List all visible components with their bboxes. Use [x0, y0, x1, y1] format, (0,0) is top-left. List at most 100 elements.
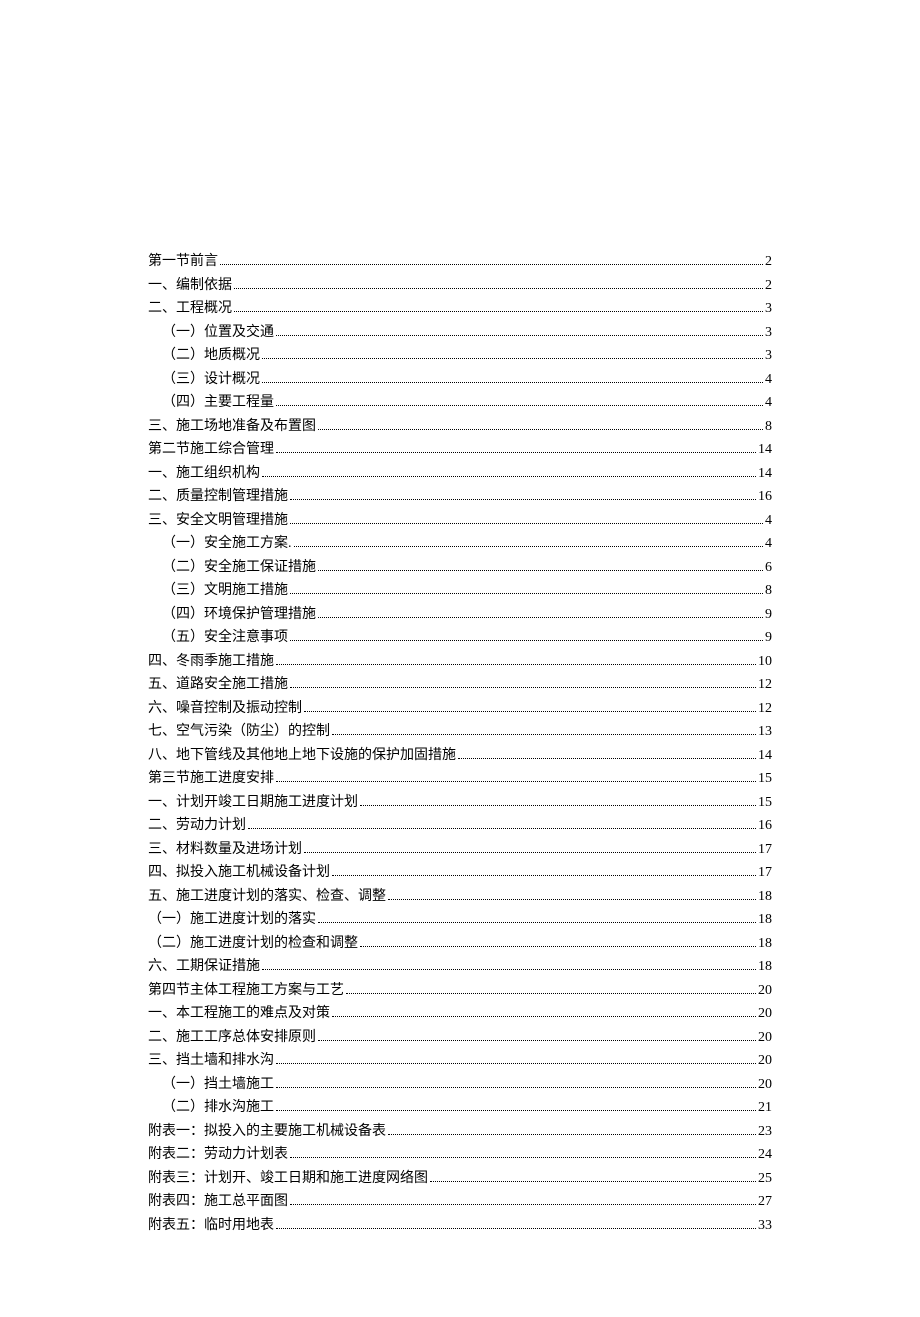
toc-entry[interactable]: 六、工期保证措施18: [148, 955, 772, 979]
toc-entry[interactable]: 二、质量控制管理措施16: [148, 485, 772, 509]
toc-entry[interactable]: 附表一：拟投入的主要施工机械设备表23: [148, 1120, 772, 1144]
toc-leader-dots: [248, 828, 756, 829]
toc-entry[interactable]: 附表五：临时用地表33: [148, 1214, 772, 1238]
toc-entry[interactable]: 附表四：施工总平面图27: [148, 1190, 772, 1214]
toc-entry-label: 第四节主体工程施工方案与工艺: [148, 979, 344, 1003]
toc-entry-label: 三、挡土墙和排水沟: [148, 1049, 274, 1073]
toc-entry[interactable]: 第二节施工综合管理 14: [148, 438, 772, 462]
toc-leader-dots: [304, 852, 756, 853]
toc-entry[interactable]: （二）排水沟施工21: [148, 1096, 772, 1120]
toc-entry[interactable]: （三）设计概况4: [148, 368, 772, 392]
toc-entry[interactable]: 一、计划开竣工日期施工进度计划 15: [148, 791, 772, 815]
toc-entry[interactable]: （四）环境保护管理措施9: [148, 603, 772, 627]
toc-entry[interactable]: （一）施工进度计划的落实 18: [148, 908, 772, 932]
toc-entry-page: 14: [758, 438, 772, 462]
toc-entry-label: 五、道路安全施工措施: [148, 673, 288, 697]
toc-leader-dots: [290, 640, 763, 641]
toc-entry-label: 附表二：劳动力计划表: [148, 1143, 288, 1167]
toc-entry-label: 三、施工场地准备及布置图: [148, 415, 316, 439]
toc-entry-label: （一）安全施工方案.: [162, 532, 292, 556]
toc-entry-label: 第二节施工综合管理: [148, 438, 274, 462]
toc-leader-dots: [276, 452, 756, 453]
toc-entry-page: 23: [758, 1120, 772, 1144]
toc-leader-dots: [318, 922, 756, 923]
toc-leader-dots: [262, 476, 756, 477]
toc-entry[interactable]: 第三节施工进度安排15: [148, 767, 772, 791]
toc-entry-label: 一、编制依据: [148, 274, 232, 298]
toc-entry-label: 二、劳动力计划: [148, 814, 246, 838]
toc-entry-page: 12: [758, 697, 772, 721]
toc-entry-label: 一、本工程施工的难点及对策: [148, 1002, 330, 1026]
toc-entry-page: 18: [758, 908, 772, 932]
toc-entry[interactable]: （二）地质概况3: [148, 344, 772, 368]
toc-entry[interactable]: （二）安全施工保证措施6: [148, 556, 772, 580]
toc-entry-label: （一）施工进度计划的落实: [148, 908, 316, 932]
toc-entry[interactable]: 一、施工组织机构14: [148, 462, 772, 486]
toc-leader-dots: [332, 734, 756, 735]
toc-entry[interactable]: 二、劳动力计划 16: [148, 814, 772, 838]
toc-entry[interactable]: 附表三：计划开、竣工日期和施工进度网络图25: [148, 1167, 772, 1191]
toc-leader-dots: [304, 711, 756, 712]
toc-entry-page: 18: [758, 885, 772, 909]
toc-leader-dots: [318, 429, 763, 430]
toc-entry[interactable]: 四、冬雨季施工措施10: [148, 650, 772, 674]
toc-entry[interactable]: 五、道路安全施工措施12: [148, 673, 772, 697]
toc-entry[interactable]: 四、拟投入施工机械设备计划17: [148, 861, 772, 885]
toc-leader-dots: [388, 1134, 756, 1135]
toc-entry-label: 四、冬雨季施工措施: [148, 650, 274, 674]
toc-entry-page: 24: [758, 1143, 772, 1167]
toc-entry-label: 三、安全文明管理措施: [148, 509, 288, 533]
toc-entry[interactable]: 二、工程概况3: [148, 297, 772, 321]
toc-entry[interactable]: 附表二：劳动力计划表 24: [148, 1143, 772, 1167]
toc-entry[interactable]: （一）安全施工方案. 4: [148, 532, 772, 556]
toc-entry-label: 附表四：施工总平面图: [148, 1190, 288, 1214]
toc-entry-label: （四）主要工程量: [162, 391, 274, 415]
toc-entry[interactable]: 三、材料数量及进场计划17: [148, 838, 772, 862]
toc-leader-dots: [262, 969, 756, 970]
toc-entry-label: 二、工程概况: [148, 297, 232, 321]
toc-entry[interactable]: （四）主要工程量4: [148, 391, 772, 415]
toc-entry[interactable]: 五、施工进度计划的落实、检查、调整 18: [148, 885, 772, 909]
toc-entry-page: 4: [765, 532, 772, 556]
toc-entry[interactable]: 二、施工工序总体安排原则20: [148, 1026, 772, 1050]
toc-entry[interactable]: 第四节主体工程施工方案与工艺20: [148, 979, 772, 1003]
toc-entry[interactable]: （一）位置及交通3: [148, 321, 772, 345]
toc-entry[interactable]: （二）施工进度计划的检查和调整18: [148, 932, 772, 956]
toc-entry-label: 六、噪音控制及振动控制: [148, 697, 302, 721]
toc-entry[interactable]: 八、地下管线及其他地上地下设施的保护加固措施14: [148, 744, 772, 768]
toc-leader-dots: [290, 687, 756, 688]
toc-entry-page: 17: [758, 861, 772, 885]
toc-entry[interactable]: 三、施工场地准备及布置图 8: [148, 415, 772, 439]
toc-entry[interactable]: 一、本工程施工的难点及对策20: [148, 1002, 772, 1026]
toc-entry-label: （三）文明施工措施: [162, 579, 288, 603]
toc-entry-label: 一、计划开竣工日期施工进度计划: [148, 791, 358, 815]
toc-entry-label: （五）安全注意事项: [162, 626, 288, 650]
document-page: 第一节前言2一、编制依据2二、工程概况3（一）位置及交通3（二）地质概况3（三）…: [0, 0, 920, 1317]
toc-leader-dots: [262, 358, 763, 359]
toc-entry-page: 8: [765, 415, 772, 439]
toc-entry-page: 9: [765, 603, 772, 627]
toc-entry-label: 一、施工组织机构: [148, 462, 260, 486]
toc-entry[interactable]: （三）文明施工措施8: [148, 579, 772, 603]
toc-entry-page: 15: [758, 791, 772, 815]
toc-entry[interactable]: 六、噪音控制及振动控制 12: [148, 697, 772, 721]
toc-leader-dots: [276, 1110, 756, 1111]
toc-entry[interactable]: 三、挡土墙和排水沟20: [148, 1049, 772, 1073]
toc-entry[interactable]: 一、编制依据2: [148, 274, 772, 298]
toc-entry[interactable]: （一）挡土墙施工20: [148, 1073, 772, 1097]
toc-leader-dots: [388, 899, 756, 900]
toc-entry-label: 第三节施工进度安排: [148, 767, 274, 791]
toc-entry[interactable]: （五）安全注意事项9: [148, 626, 772, 650]
toc-entry-page: 3: [765, 321, 772, 345]
table-of-contents: 第一节前言2一、编制依据2二、工程概况3（一）位置及交通3（二）地质概况3（三）…: [148, 250, 772, 1237]
toc-entry-page: 16: [758, 814, 772, 838]
toc-entry-page: 17: [758, 838, 772, 862]
toc-entry-label: 第一节前言: [148, 250, 218, 274]
toc-entry-label: 五、施工进度计划的落实、检查、调整: [148, 885, 386, 909]
toc-entry[interactable]: 三、安全文明管理措施4: [148, 509, 772, 533]
toc-entry[interactable]: 七、空气污染（防尘）的控制13: [148, 720, 772, 744]
toc-entry[interactable]: 第一节前言2: [148, 250, 772, 274]
toc-entry-label: 二、质量控制管理措施: [148, 485, 288, 509]
toc-entry-label: 六、工期保证措施: [148, 955, 260, 979]
toc-entry-page: 33: [758, 1214, 772, 1238]
